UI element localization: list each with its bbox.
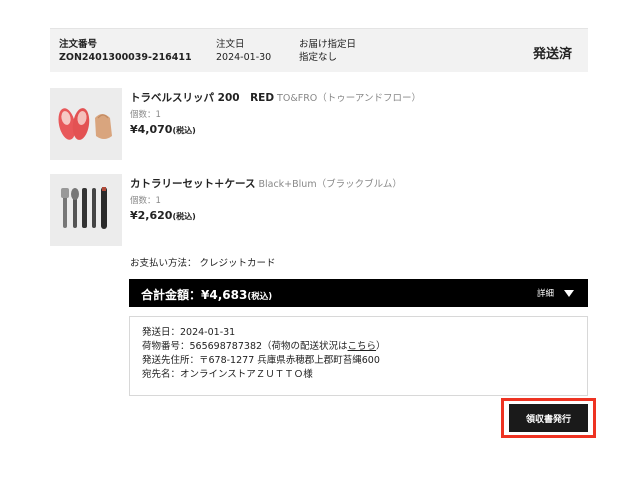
shipping-info: 発送日：2024-01-31 荷物番号：565698787382（荷物の配送状況… [129,316,588,396]
product-item: トラベルスリッパ 200 RED TO&FRO（トゥーアンドフロー） 個数：1 ¥… [50,88,590,160]
delivery-date: 指定なし [299,52,338,63]
total-bar: 合計金額：¥4,683(税込) 詳細 [129,279,588,307]
order-number-label: 注文番号 [59,39,98,50]
issue-receipt-button[interactable]: 領収書発行 [509,404,588,432]
total-amount-row: 合計金額：¥4,683(税込) [141,286,272,303]
product-name[interactable]: カトラリーセット＋ケース [130,178,255,190]
tracking-number: 荷物番号：565698787382（荷物の配送状況は [142,341,348,352]
delivery-date-label: お届け指定日 [299,39,357,50]
cutlery-image[interactable] [50,174,122,246]
product-quantity: 個数：1 [130,196,161,206]
product-price-row: ¥4,070(税込) [130,122,421,139]
order-date: 2024-01-30 [216,52,272,63]
order-status: 発送済 [532,47,572,62]
product-brand: Black+Blum（ブラックブルム） [258,179,402,190]
tracking-suffix: ） [376,341,386,352]
tracking-row: 荷物番号：565698787382（荷物の配送状況はこちら） [142,340,575,354]
tracking-link[interactable]: こちら [348,341,377,352]
product-item: カトラリーセット＋ケース Black+Blum（ブラックブルム） 個数：1 ¥2,… [50,174,590,246]
order-date-block: 注文日 2024-01-30 [216,38,271,64]
order-header: 注文番号 ZON2401300039-216411 注文日 2024-01-30… [50,28,588,72]
recipient-name: 宛先名：オンラインストアＺＵＴＴＯ様 [142,369,313,380]
product-quantity: 個数：1 [130,110,161,120]
triangle-down-icon [564,289,574,297]
order-number-block: 注文番号 ZON2401300039-216411 [59,38,192,64]
product-name-row: トラベルスリッパ 200 RED TO&FRO（トゥーアンドフロー） [130,90,421,107]
tax-included-label: (税込) [247,292,273,302]
product-price: ¥4,070 [130,123,173,136]
tax-included-label: (税込) [172,212,196,221]
total-amount: 合計金額：¥4,683 [141,288,248,302]
slippers-image[interactable] [50,88,122,160]
ship-address: 発送先住所：〒678-1277 兵庫県赤穂郡上郡町苔縄600 [142,355,380,366]
order-date-label: 注文日 [216,39,245,50]
product-price: ¥2,620 [130,209,173,222]
delivery-date-block: お届け指定日 指定なし [299,38,356,64]
product-name-row: カトラリーセット＋ケース Black+Blum（ブラックブルム） [130,176,402,193]
tax-included-label: (税込) [172,126,196,135]
payment-method: お支払い方法： クレジットカード [130,258,276,269]
product-name[interactable]: トラベルスリッパ 200 RED [130,92,274,104]
ship-date: 発送日：2024-01-31 [142,327,236,338]
product-price-row: ¥2,620(税込) [130,208,402,225]
product-brand: TO&FRO（トゥーアンドフロー） [277,93,422,104]
receipt-button-highlight: 領収書発行 [501,398,596,438]
detail-toggle[interactable]: 詳細 [537,287,574,299]
order-number: ZON2401300039-216411 [59,52,192,63]
detail-label: 詳細 [536,289,554,299]
